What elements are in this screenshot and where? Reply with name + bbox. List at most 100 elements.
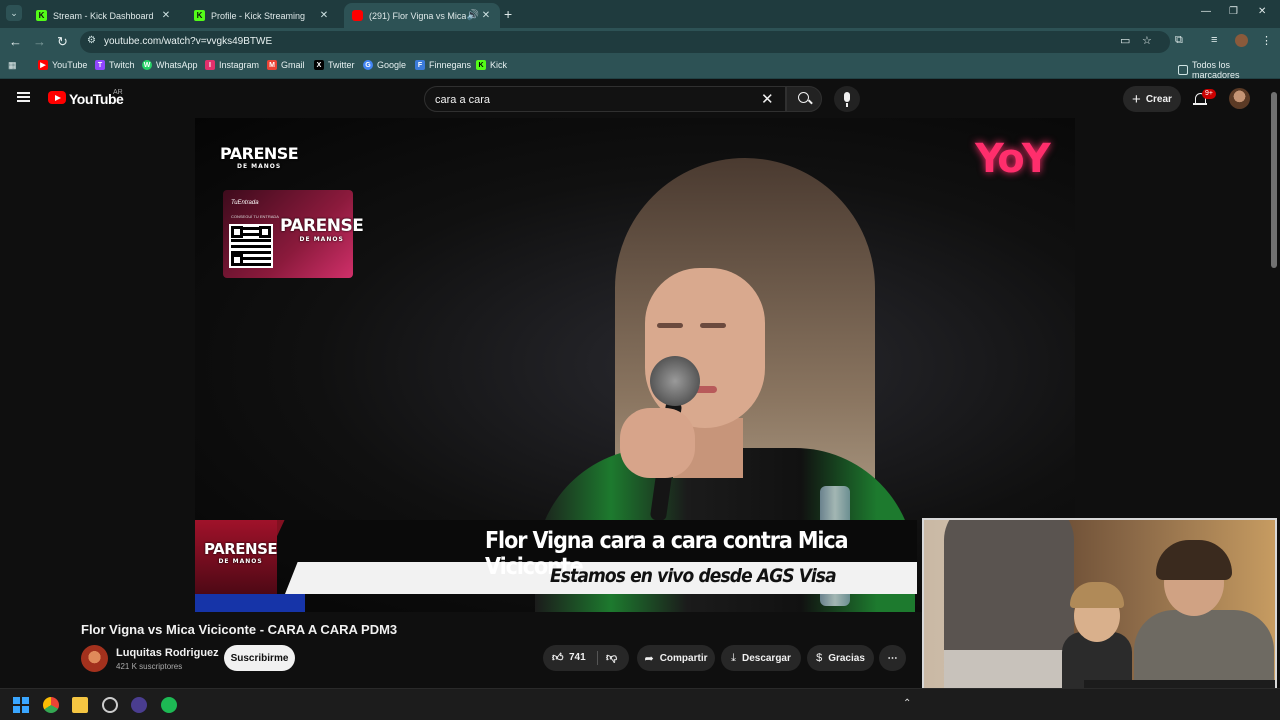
windows-start-icon[interactable] <box>13 697 29 713</box>
youtube-masthead: YouTube AR cara a cara ✕ + Crear 9+ <box>0 80 1280 118</box>
browser-profile-avatar[interactable] <box>1235 34 1248 47</box>
kick-icon: K <box>194 10 205 21</box>
close-tab-icon[interactable]: ✕ <box>318 10 330 21</box>
bookmark-instagram[interactable]: I Instagram <box>205 60 259 70</box>
tab-search-chevron-icon[interactable]: ⌄ <box>6 5 22 21</box>
youtube-logo-icon[interactable] <box>48 91 66 104</box>
plus-icon: + <box>1132 90 1141 108</box>
media-controls-icon[interactable]: ≡ <box>1211 34 1217 46</box>
finnegans-icon: F <box>415 60 425 70</box>
like-icon[interactable]: 👍︎ <box>552 651 564 664</box>
video-frame <box>650 356 700 406</box>
video-frame <box>645 268 765 428</box>
back-arrow-icon[interactable]: ← <box>9 34 22 49</box>
clear-search-icon[interactable]: ✕ <box>761 90 774 108</box>
tab-title: Stream - Kick Dashboard <box>53 10 154 21</box>
youtube-icon: ▶ <box>38 60 48 70</box>
forward-arrow-icon[interactable]: → <box>33 34 46 49</box>
bookmark-google[interactable]: G Google <box>363 60 406 70</box>
more-actions-button[interactable]: ⋯ <box>879 645 906 671</box>
browser-menu-icon[interactable]: ⋮ <box>1261 34 1272 47</box>
chrome-icon[interactable] <box>43 697 59 713</box>
address-bar[interactable]: ⚙ youtube.com/watch?v=vvgks49BTWE <box>80 31 1170 53</box>
page-scrollbar[interactable] <box>1271 92 1277 268</box>
gmail-icon: M <box>267 60 277 70</box>
windows-taskbar: ⌃ <box>0 688 1280 720</box>
voice-search-mic-icon[interactable] <box>834 86 860 112</box>
video-frame <box>657 323 683 328</box>
parense-de-manos-logo: PARENSE DE MANOS <box>204 540 278 565</box>
promo-caption: CONSEGUÍ TU ENTRADA <box>231 214 279 219</box>
streamer-webcam-overlay <box>922 518 1277 710</box>
tab-title: (291) Flor Vigna vs Mica Vic <box>369 10 466 21</box>
bookmark-youtube[interactable]: ▶ YouTube <box>38 60 87 70</box>
parense-de-manos-logo: PARENSE DE MANOS <box>280 216 364 243</box>
audio-playing-icon[interactable]: 🔊 <box>466 10 480 21</box>
minimize-icon[interactable]: — <box>1201 6 1211 17</box>
close-tab-icon[interactable]: ✕ <box>480 10 492 21</box>
close-window-icon[interactable]: ✕ <box>1258 6 1266 17</box>
country-code: AR <box>113 89 123 96</box>
search-query[interactable]: cara a cara <box>435 94 490 106</box>
video-title: Flor Vigna vs Mica Viciconte - CARA A CA… <box>81 622 398 637</box>
spotify-icon[interactable] <box>161 697 177 713</box>
all-bookmarks[interactable]: Todos los marcadores <box>1178 60 1280 80</box>
like-divider <box>597 651 598 665</box>
site-info-icon[interactable]: ⚙ <box>87 35 96 46</box>
share-arrow-icon: ➦ <box>644 652 654 665</box>
bookmark-whatsapp[interactable]: W WhatsApp <box>142 60 198 70</box>
bookmark-star-icon[interactable]: ☆ <box>1142 34 1152 47</box>
bookmark-finnegans[interactable]: F Finnegans <box>415 60 471 70</box>
kick-icon: K <box>36 10 47 21</box>
download-button[interactable]: ⤓ Descargar <box>721 645 801 671</box>
bookmarks-bar: ▦ ▶ YouTube T Twitch W WhatsApp I Instagram … <box>0 55 1280 80</box>
tab-kick-profile[interactable]: K Profile - Kick Streaming ✕ <box>186 3 338 28</box>
whatsapp-icon: W <box>142 60 152 70</box>
browser-tab-strip: ⌄ K Stream - Kick Dashboard ✕ K Profile … <box>0 0 1280 28</box>
bookmark-twitter[interactable]: X Twitter <box>314 60 355 70</box>
folder-icon <box>1178 65 1188 75</box>
search-input[interactable]: cara a cara ✕ <box>424 86 786 112</box>
lower-third-banner: PARENSE DE MANOS Flor Vigna cara a cara c… <box>195 520 917 612</box>
yoy-channel-logo: YoY <box>975 136 1051 182</box>
tab-kick-dashboard[interactable]: K Stream - Kick Dashboard ✕ <box>28 3 180 28</box>
bookmark-twitch[interactable]: T Twitch <box>95 60 135 70</box>
youtube-icon <box>352 10 363 21</box>
reload-icon[interactable]: ↻ <box>57 34 68 50</box>
subscriber-count: 421 K suscriptores <box>116 662 183 671</box>
thanks-button[interactable]: $ Gracias <box>807 645 874 671</box>
extensions-icon[interactable]: ⧉ <box>1175 34 1183 47</box>
lower-third-subtitle: Estamos en vivo desde AGS Visa <box>550 565 837 587</box>
new-tab-button[interactable]: + <box>504 6 512 22</box>
account-avatar[interactable] <box>1229 88 1250 109</box>
tab-youtube-video[interactable]: (291) Flor Vigna vs Mica Vic 🔊 ✕ <box>344 3 500 28</box>
channel-name[interactable]: Luquitas Rodriguez <box>116 647 219 659</box>
close-tab-icon[interactable]: ✕ <box>160 10 172 21</box>
super-thanks-icon: $ <box>816 652 823 664</box>
app-icon[interactable] <box>131 697 147 713</box>
tray-chevron-icon[interactable]: ⌃ <box>903 698 911 709</box>
video-frame <box>620 408 695 478</box>
subscribe-button[interactable]: Suscribirme <box>224 645 295 671</box>
share-button[interactable]: ➦ Compartir <box>637 645 715 671</box>
browser-toolbar: ← → ↻ ⚙ youtube.com/watch?v=vvgks49BTWE … <box>0 28 1280 55</box>
obs-icon[interactable] <box>102 697 118 713</box>
search-button[interactable] <box>786 86 822 112</box>
guide-menu-icon[interactable] <box>17 92 30 102</box>
maximize-icon[interactable]: ❐ <box>1229 6 1238 17</box>
apps-grid-icon[interactable]: ▦ <box>8 60 17 71</box>
like-dislike-group: 👍︎ 741 👎︎ <box>543 645 629 671</box>
kick-icon: K <box>476 60 486 70</box>
url-text[interactable]: youtube.com/watch?v=vvgks49BTWE <box>104 36 272 47</box>
cast-icon[interactable]: ▭ <box>1120 34 1130 47</box>
twitch-icon: T <box>95 60 105 70</box>
bookmark-gmail[interactable]: M Gmail <box>267 60 305 70</box>
parense-de-manos-logo: PARENSE DE MANOS <box>220 144 299 170</box>
channel-avatar[interactable] <box>81 645 108 672</box>
create-button[interactable]: + Crear <box>1123 86 1181 112</box>
file-explorer-icon[interactable] <box>72 697 88 713</box>
promo-brand: TuEntrada <box>231 200 259 206</box>
dislike-icon[interactable]: 👎︎ <box>606 651 617 664</box>
bookmark-kick[interactable]: K Kick <box>476 60 507 70</box>
like-count[interactable]: 741 <box>569 652 586 663</box>
